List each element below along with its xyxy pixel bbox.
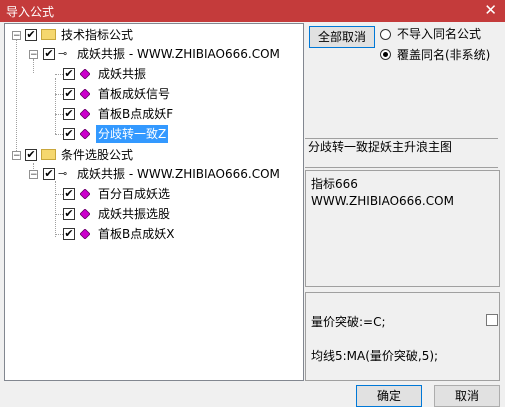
code-line-2: 均线5:MA(量价突破,5); (311, 349, 439, 363)
formula-icon (80, 129, 90, 139)
item-label: 分歧转一致Z (96, 125, 169, 143)
item-checkbox[interactable]: ✔ (63, 208, 75, 220)
tree-file-select[interactable]: − ✔ ⊸ 成妖共振 - WWW.ZHIBIAO666.COM (5, 165, 301, 183)
formula-icon (80, 229, 90, 239)
collapse-icon[interactable]: − (29, 50, 38, 60)
tree-item[interactable]: ✔ 成妖共振 (5, 65, 301, 83)
key-icon: ⊸ (58, 47, 68, 60)
formula-tree[interactable]: − ✔ 技术指标公式 − ✔ ⊸ 成妖共振 - WWW.ZHIBIAO666.C… (4, 23, 304, 381)
file-label: 成妖共振 - WWW.ZHIBIAO666.COM (77, 47, 280, 61)
note-line-2: WWW.ZHIBIAO666.COM (311, 194, 454, 208)
code-checkbox[interactable] (486, 314, 498, 326)
folder-icon (41, 149, 56, 160)
radio-overwrite-same-name[interactable] (380, 49, 391, 60)
radio-skip-same-name[interactable] (380, 29, 391, 40)
formula-icon (80, 89, 90, 99)
tree-group-tech[interactable]: − ✔ 技术指标公式 (5, 26, 301, 44)
item-checkbox[interactable]: ✔ (63, 228, 75, 240)
note-line-1: 指标666 (311, 177, 358, 191)
key-icon: ⊸ (58, 167, 68, 180)
description-panel: 分歧转一致捉妖主升浪主图 (305, 138, 498, 168)
item-label: 百分百成妖选 (98, 187, 171, 201)
folder-icon (41, 29, 56, 40)
item-label: 首板B点成妖X (98, 227, 175, 241)
note-panel: 指标666 WWW.ZHIBIAO666.COM (305, 170, 500, 287)
tree-file-tech[interactable]: − ✔ ⊸ 成妖共振 - WWW.ZHIBIAO666.COM (5, 45, 301, 63)
item-checkbox[interactable]: ✔ (63, 108, 75, 120)
tree-item-selected[interactable]: ✔ 分歧转一致Z (5, 125, 301, 143)
collapse-icon[interactable]: − (12, 151, 21, 161)
ok-button[interactable]: 确定 (356, 385, 422, 407)
close-icon[interactable]: ✕ (484, 1, 497, 19)
group-checkbox[interactable]: ✔ (25, 29, 37, 41)
tree-item[interactable]: ✔ 成妖共振选股 (5, 205, 301, 223)
tree-item[interactable]: ✔ 首板B点成妖X (5, 225, 301, 243)
code-line-1: 量价突破:=C; (311, 315, 386, 329)
tree-item[interactable]: ✔ 百分百成妖选 (5, 185, 301, 203)
title-bar: 导入公式 ✕ (0, 0, 505, 22)
collapse-icon[interactable]: − (12, 31, 21, 41)
file-checkbox[interactable]: ✔ (43, 48, 55, 60)
radio-overwrite-label: 覆盖同名(非系统) (397, 48, 491, 62)
tree-group-select[interactable]: − ✔ 条件选股公式 (5, 146, 301, 164)
group-label: 技术指标公式 (61, 28, 134, 42)
formula-icon (80, 109, 90, 119)
code-panel: 量价突破:=C; 均线5:MA(量价突破,5); (305, 292, 500, 381)
item-label: 成妖共振 (98, 67, 147, 81)
file-checkbox[interactable]: ✔ (43, 168, 55, 180)
group-checkbox[interactable]: ✔ (25, 149, 37, 161)
description-text: 分歧转一致捉妖主升浪主图 (308, 140, 453, 154)
formula-icon (80, 189, 90, 199)
file-label: 成妖共振 - WWW.ZHIBIAO666.COM (77, 167, 280, 181)
collapse-icon[interactable]: − (29, 170, 38, 180)
formula-icon (80, 209, 90, 219)
clear-all-button[interactable]: 全部取消 (309, 26, 375, 48)
item-checkbox[interactable]: ✔ (63, 88, 75, 100)
item-checkbox[interactable]: ✔ (63, 188, 75, 200)
item-checkbox[interactable]: ✔ (63, 128, 75, 140)
item-checkbox[interactable]: ✔ (63, 68, 75, 80)
item-label: 首板B点成妖F (98, 107, 174, 121)
item-label: 首板成妖信号 (98, 87, 171, 101)
group-label: 条件选股公式 (61, 148, 134, 162)
window-title: 导入公式 (6, 5, 55, 19)
radio-skip-label: 不导入同名公式 (397, 27, 482, 41)
tree-item[interactable]: ✔ 首板成妖信号 (5, 85, 301, 103)
formula-icon (80, 69, 90, 79)
cancel-button[interactable]: 取消 (434, 385, 500, 407)
item-label: 成妖共振选股 (98, 207, 171, 221)
tree-item[interactable]: ✔ 首板B点成妖F (5, 105, 301, 123)
